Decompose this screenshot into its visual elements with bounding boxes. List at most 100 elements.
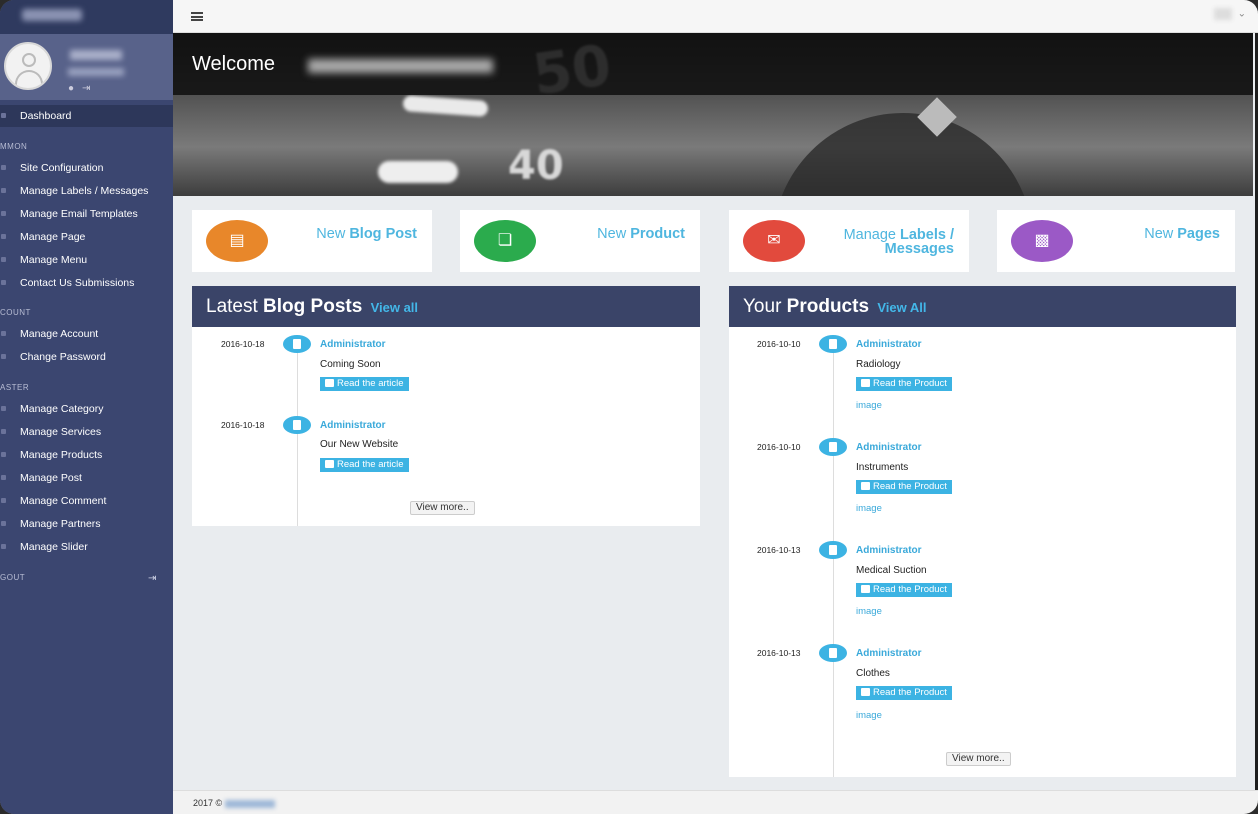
welcome-username-redacted <box>308 59 493 73</box>
read-product-button[interactable]: Read the Product <box>856 686 952 700</box>
view-all-link[interactable]: View all <box>371 300 418 315</box>
settings-icon <box>1 165 6 170</box>
read-product-button[interactable]: Read the Product <box>856 480 952 494</box>
product-icon <box>819 644 847 662</box>
product-date: 2016-10-10 <box>757 339 801 349</box>
envelope-icon: ✉ <box>767 232 781 249</box>
welcome-text: Welcome <box>192 53 275 75</box>
product-title: Radiology <box>856 359 901 370</box>
contact-card-icon: ▩ <box>1034 232 1050 249</box>
file-icon <box>861 688 870 696</box>
user-icon <box>1 331 6 336</box>
tag-icon <box>1 188 6 193</box>
document-icon: ▤ <box>229 232 245 249</box>
sidebar-item-manage-products[interactable]: Manage Products <box>0 444 173 466</box>
welcome-banner: 50 40 Welcome <box>173 33 1253 196</box>
post-author-link[interactable]: Administrator <box>320 420 386 431</box>
company-link-redacted[interactable] <box>224 799 275 808</box>
product-icon <box>819 438 847 456</box>
sidebar-item-logout[interactable]: GOUT <box>0 573 25 582</box>
view-all-link[interactable]: View All <box>877 300 926 315</box>
your-products-panel: Your Products View All 2016-10-10 Admini… <box>729 286 1236 777</box>
sidebar-item-manage-email-templates[interactable]: Manage Email Templates <box>0 203 173 225</box>
sidebar-item-manage-page[interactable]: Manage Page <box>0 226 173 248</box>
user-profile: ●⇥ <box>0 34 173 100</box>
panel-title: Latest Blog Posts View all <box>192 286 700 327</box>
partners-icon <box>1 521 6 526</box>
post-icon <box>1 475 6 480</box>
section-common: MMON <box>0 142 28 151</box>
signout-icon[interactable]: ⇥ <box>82 83 98 94</box>
user-role-redacted <box>68 68 124 76</box>
chevron-down-icon: ⌄ <box>1237 8 1246 20</box>
product-date: 2016-10-10 <box>757 442 801 452</box>
contact-icon <box>1 280 6 285</box>
product-image-link[interactable]: image <box>856 400 882 411</box>
app-window: ●⇥ Dashboard MMON Site Configuration Man… <box>0 0 1258 814</box>
sidebar-item-manage-services[interactable]: Manage Services <box>0 421 173 443</box>
product-icon <box>819 541 847 559</box>
read-product-button[interactable]: Read the Product <box>856 583 952 597</box>
product-author-link[interactable]: Administrator <box>856 442 922 453</box>
file-icon <box>325 379 334 387</box>
product-author-link[interactable]: Administrator <box>856 648 922 659</box>
logout-icon[interactable]: ⇥ <box>148 573 156 584</box>
tile-new-pages[interactable]: ▩ New Pages <box>997 210 1235 272</box>
slider-icon <box>1 544 6 549</box>
product-author-link[interactable]: Administrator <box>856 339 922 350</box>
product-image-link[interactable]: image <box>856 710 882 721</box>
sidebar-item-manage-post[interactable]: Manage Post <box>0 467 173 489</box>
view-more-button[interactable]: View more.. <box>946 752 1011 766</box>
file-icon <box>861 585 870 593</box>
post-title: Coming Soon <box>320 359 381 370</box>
tile-manage-labels-messages[interactable]: ✉ Manage Labels / Messages <box>729 210 969 272</box>
footer: 2017 © <box>173 790 1258 814</box>
product-title: Instruments <box>856 462 909 473</box>
read-article-button[interactable]: Read the article <box>320 377 409 391</box>
post-date: 2016-10-18 <box>221 339 265 349</box>
sidebar-item-manage-comment[interactable]: Manage Comment <box>0 490 173 512</box>
sidebar-item-site-configuration[interactable]: Site Configuration <box>0 157 173 179</box>
post-icon <box>283 416 311 434</box>
sidebar: ●⇥ Dashboard MMON Site Configuration Man… <box>0 0 173 814</box>
hamburger-menu-icon[interactable] <box>191 12 203 21</box>
post-date: 2016-10-18 <box>221 420 265 430</box>
product-image-link[interactable]: image <box>856 503 882 514</box>
avatar[interactable] <box>4 42 52 90</box>
page-icon <box>1 234 6 239</box>
gauge-graphic-lower: 40 <box>508 143 564 189</box>
post-author-link[interactable]: Administrator <box>320 339 386 350</box>
user-menu-dropdown[interactable]: ⌄ <box>1213 8 1246 20</box>
file-icon <box>861 379 870 387</box>
sidebar-item-manage-account[interactable]: Manage Account <box>0 323 173 345</box>
profile-icon[interactable]: ● <box>68 83 82 94</box>
category-icon <box>1 406 6 411</box>
sidebar-item-manage-labels[interactable]: Manage Labels / Messages <box>0 180 173 202</box>
product-author-link[interactable]: Administrator <box>856 545 922 556</box>
read-product-button[interactable]: Read the Product <box>856 377 952 391</box>
view-more-button[interactable]: View more.. <box>410 501 475 515</box>
file-icon <box>325 460 334 468</box>
post-icon <box>283 335 311 353</box>
post-title: Our New Website <box>320 439 399 450</box>
tile-new-blog-post[interactable]: ▤ New Blog Post <box>192 210 432 272</box>
section-account: COUNT <box>0 308 31 317</box>
read-article-button[interactable]: Read the article <box>320 458 409 472</box>
tile-new-product[interactable]: ❏ New Product <box>460 210 700 272</box>
sidebar-item-manage-category[interactable]: Manage Category <box>0 398 173 420</box>
menu-icon <box>1 257 6 262</box>
product-image-link[interactable]: image <box>856 606 882 617</box>
brand-logo[interactable] <box>0 0 173 34</box>
sidebar-item-manage-slider[interactable]: Manage Slider <box>0 536 173 558</box>
product-icon <box>819 335 847 353</box>
gift-icon: ❏ <box>497 232 513 249</box>
sidebar-item-dashboard[interactable]: Dashboard <box>0 105 173 127</box>
products-icon <box>1 452 6 457</box>
sidebar-item-change-password[interactable]: Change Password <box>0 346 173 368</box>
copyright-text: 2017 © <box>193 798 223 808</box>
file-icon <box>861 482 870 490</box>
sidebar-item-manage-menu[interactable]: Manage Menu <box>0 249 173 271</box>
sidebar-item-contact-submissions[interactable]: Contact Us Submissions <box>0 272 173 294</box>
sidebar-item-manage-partners[interactable]: Manage Partners <box>0 513 173 535</box>
product-date: 2016-10-13 <box>757 648 801 658</box>
